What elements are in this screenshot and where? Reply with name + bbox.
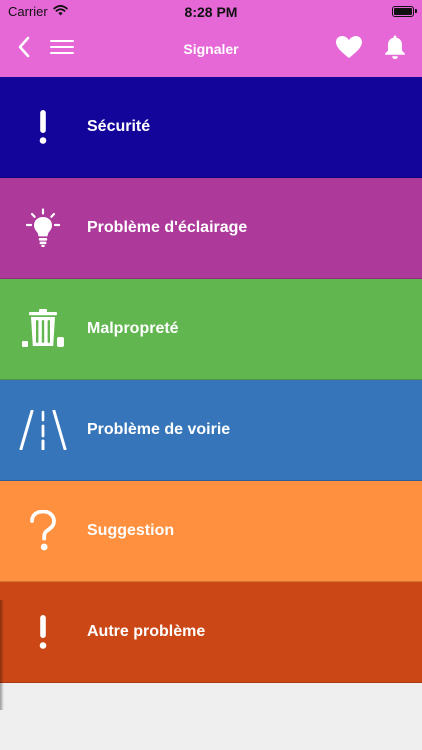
report-category-list: Sécurité Problème d'éclairage Malpropret…	[0, 77, 422, 683]
category-label: Problème de voirie	[87, 421, 231, 438]
category-row-eclairage[interactable]: Problème d'éclairage	[0, 178, 422, 279]
battery-icon	[392, 6, 417, 17]
category-label: Problème d'éclairage	[87, 219, 248, 236]
heart-icon	[335, 35, 363, 64]
category-row-autre[interactable]: Autre problème	[0, 582, 422, 683]
trash-bin-icon	[18, 279, 68, 379]
exclamation-icon	[18, 77, 68, 177]
category-label: Sécurité	[87, 118, 151, 135]
lightbulb-icon	[18, 178, 68, 278]
question-mark-icon	[18, 481, 68, 581]
bell-icon	[384, 34, 406, 65]
favorite-button[interactable]	[334, 34, 364, 64]
nav-bar: Signaler	[0, 24, 422, 77]
category-row-securite[interactable]: Sécurité	[0, 77, 422, 178]
category-row-suggestion[interactable]: Suggestion	[0, 481, 422, 582]
category-row-malproprete[interactable]: Malpropreté	[0, 279, 422, 380]
category-label: Suggestion	[87, 522, 175, 539]
status-bar: Carrier 8:28 PM	[0, 0, 422, 24]
category-label: Malpropreté	[87, 320, 179, 337]
status-time: 8:28 PM	[184, 4, 238, 20]
category-label: Autre problème	[87, 623, 206, 640]
exclamation-icon	[18, 582, 68, 682]
category-row-voirie[interactable]: Problème de voirie	[0, 380, 422, 481]
road-icon	[18, 380, 68, 480]
edge-shadow	[0, 600, 4, 710]
notifications-button[interactable]	[380, 34, 410, 64]
